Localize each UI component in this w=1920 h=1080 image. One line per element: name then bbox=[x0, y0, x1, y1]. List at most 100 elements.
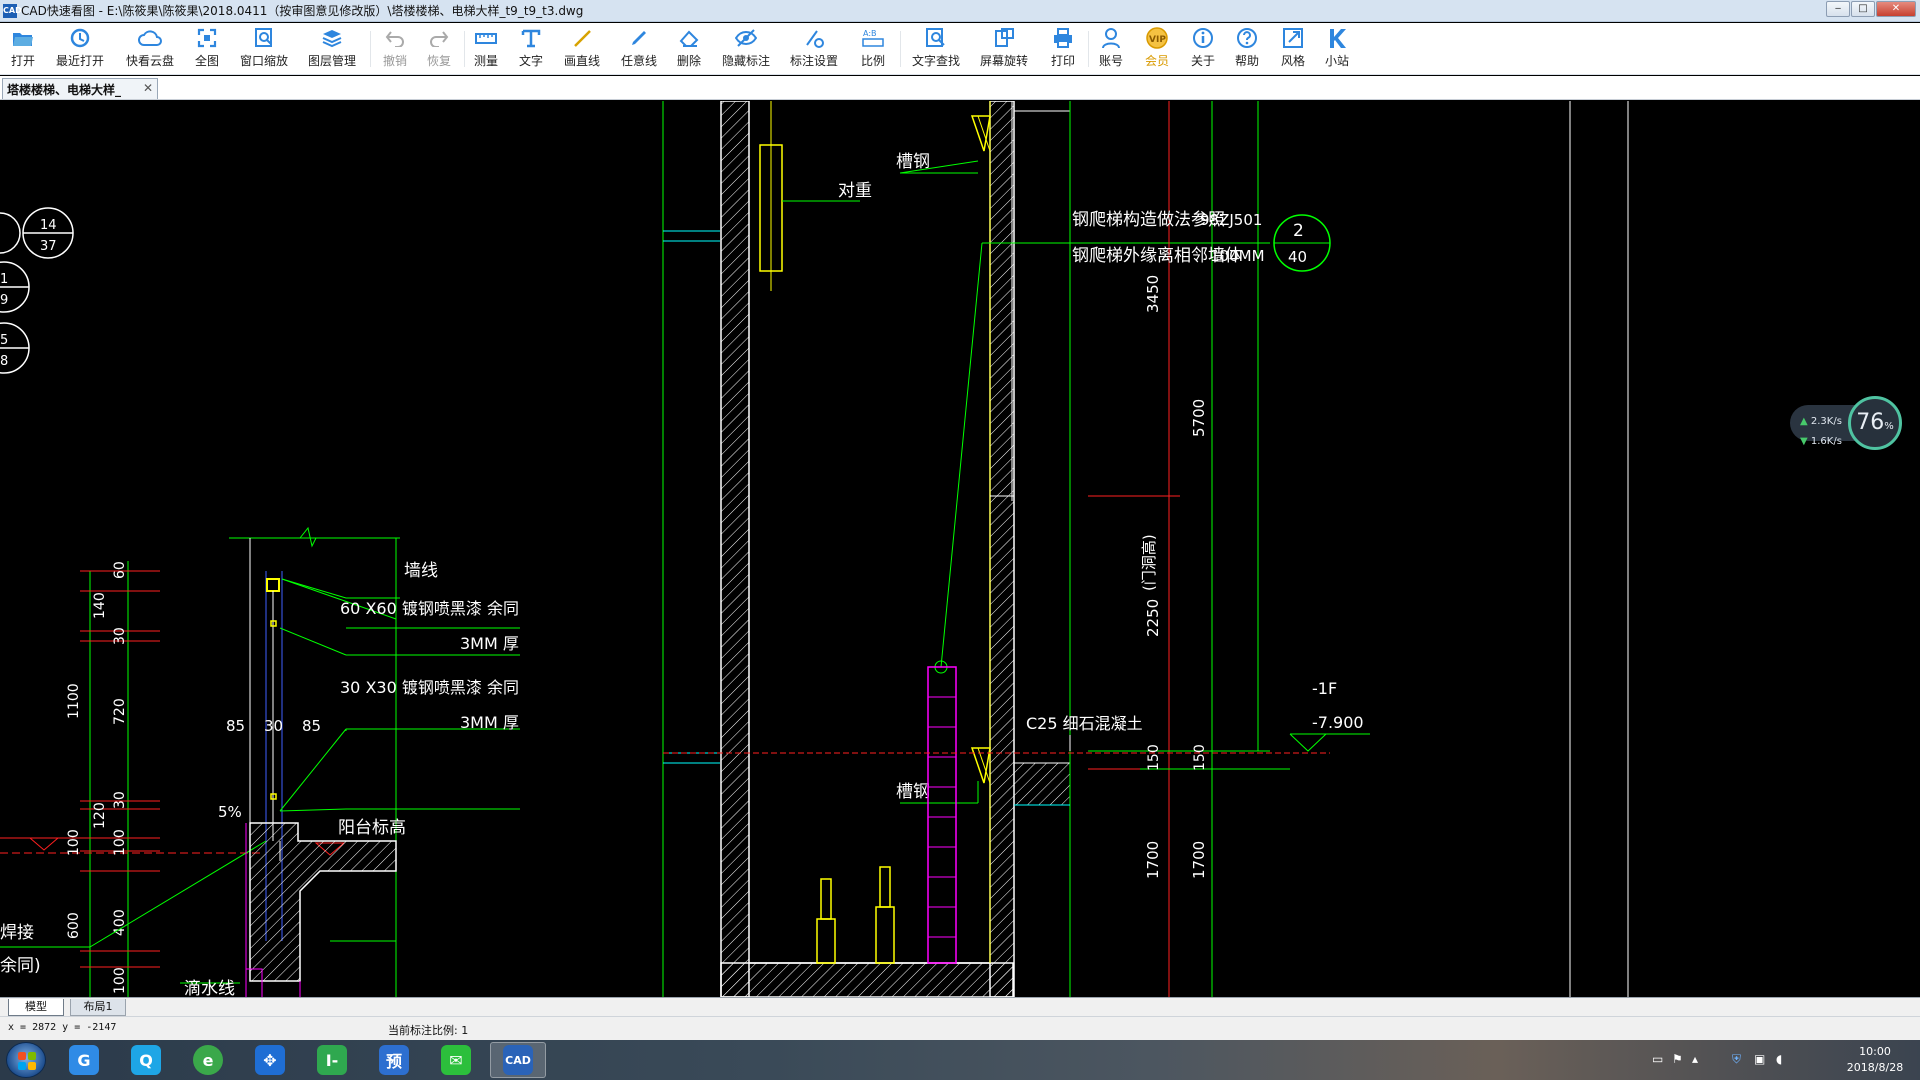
help-button[interactable]: 帮助 bbox=[1232, 26, 1262, 72]
system-tray: ▭ ⚑ ▴ ⛨ ▣ ◖ 10:00 2018/8/28 bbox=[1650, 1040, 1920, 1080]
taskbar-app-chrome[interactable]: G bbox=[56, 1042, 112, 1078]
freehand-button[interactable]: 任意线 bbox=[618, 26, 660, 72]
tray-shield-icon[interactable]: ⛨ bbox=[1732, 1052, 1741, 1067]
annotation-text: 5% bbox=[218, 803, 242, 821]
text-search-label: 文字查找 bbox=[911, 54, 960, 68]
print-label: 打印 bbox=[1050, 54, 1075, 68]
upload-speed-value: 2.3K/s bbox=[1810, 416, 1842, 427]
window-zoom-icon bbox=[252, 26, 276, 50]
dimension-label: 100 bbox=[66, 829, 82, 856]
taskbar-app-preview[interactable]: 预 bbox=[366, 1042, 422, 1078]
toolbar-separator bbox=[1088, 31, 1089, 67]
tray-monitor-icon[interactable]: ▣ bbox=[1754, 1052, 1765, 1066]
memory-usage-gauge[interactable]: 76% bbox=[1848, 396, 1902, 450]
memory-usage-unit: % bbox=[1884, 421, 1894, 432]
redo-icon bbox=[427, 26, 451, 50]
text-search-button[interactable]: 文字查找 bbox=[908, 26, 964, 72]
annotation-text: 3MM 厚 bbox=[460, 713, 519, 732]
tray-network-icon[interactable]: ▭ bbox=[1652, 1052, 1663, 1066]
taskbar-app-teamviewer[interactable]: ✥ bbox=[242, 1042, 298, 1078]
document-tab-strip: 塔楼楼梯、电梯大样_ ✕ bbox=[0, 76, 1920, 100]
measure-label: 测量 bbox=[473, 54, 498, 68]
redo-button[interactable]: 恢复 bbox=[424, 26, 454, 72]
measure-icon bbox=[474, 26, 498, 50]
delete-button[interactable]: 删除 bbox=[674, 26, 704, 72]
taskbar-app-360-browser[interactable]: e bbox=[180, 1042, 236, 1078]
scale-button[interactable]: A:B 比例 bbox=[858, 26, 888, 72]
browser-360-icon: e bbox=[193, 1045, 223, 1075]
dimension-label: 85 bbox=[226, 717, 245, 735]
undo-icon bbox=[383, 26, 407, 50]
tray-clock[interactable]: 10:00 2018/8/28 bbox=[1840, 1044, 1910, 1076]
dimension-label: 1700 bbox=[1144, 841, 1162, 879]
window-zoom-button[interactable]: 窗口缩放 bbox=[236, 26, 292, 72]
annotation-text: -7.900 bbox=[1312, 713, 1364, 732]
hide-annotation-label: 隐藏标注 bbox=[721, 54, 770, 68]
rotate-screen-icon bbox=[992, 26, 1016, 50]
vip-button[interactable]: VIP 会员 bbox=[1142, 26, 1172, 72]
tray-expand-icon[interactable]: ▴ bbox=[1692, 1052, 1698, 1066]
railing-detail: 60 140 30 720 30 120 100 100 400 100 110… bbox=[0, 526, 520, 997]
close-button[interactable]: ✕ bbox=[1876, 1, 1916, 17]
tab-model[interactable]: 模型 bbox=[8, 999, 64, 1016]
start-button[interactable] bbox=[6, 1042, 46, 1078]
svg-text:A:B: A:B bbox=[863, 29, 877, 38]
callout-number-top: 1 bbox=[0, 272, 8, 287]
station-button[interactable]: 小站 bbox=[1322, 26, 1352, 72]
annotation-scale-status: 当前标注比例: 1 bbox=[388, 1024, 469, 1037]
dimension-label: 2250 bbox=[1144, 599, 1162, 637]
wechat-icon: ✉ bbox=[441, 1045, 471, 1075]
clock-date: 2018/8/28 bbox=[1846, 1061, 1904, 1074]
annotation-settings-button[interactable]: 标注设置 bbox=[786, 26, 842, 72]
recent-open-button[interactable]: 最近打开 bbox=[52, 26, 108, 72]
dimension-label: 100 bbox=[112, 967, 128, 994]
taskbar-app-green[interactable]: I- bbox=[304, 1042, 360, 1078]
text-button[interactable]: 文字 bbox=[516, 26, 546, 72]
qq-browser-icon: Q bbox=[131, 1045, 161, 1075]
draw-line-button[interactable]: 画直线 bbox=[561, 26, 603, 72]
network-speed-widget[interactable]: ▲ 2.3K/s ▼ 1.6K/s 76% bbox=[1790, 396, 1904, 450]
about-button[interactable]: 关于 bbox=[1188, 26, 1218, 72]
account-button[interactable]: 账号 bbox=[1096, 26, 1126, 72]
open-button[interactable]: 打开 bbox=[8, 26, 38, 72]
dimension-label: 1100 bbox=[66, 683, 82, 719]
tray-flag-icon[interactable]: ⚑ bbox=[1672, 1052, 1683, 1066]
about-label: 关于 bbox=[1190, 54, 1215, 68]
fullview-button[interactable]: 全图 bbox=[192, 26, 222, 72]
dimension-label: 30 bbox=[112, 627, 128, 645]
tab-close-icon[interactable]: ✕ bbox=[143, 81, 153, 95]
taskbar-app-qq-browser[interactable]: Q bbox=[118, 1042, 174, 1078]
maximize-button[interactable]: □ bbox=[1851, 1, 1875, 17]
title-bar: CAD CAD快速看图 - E:\陈筱果\陈筱果\2018.0411（按审图意见… bbox=[0, 0, 1920, 22]
vip-icon: VIP bbox=[1145, 26, 1169, 50]
elevator-shaft-section: 对重 槽钢 槽钢 bbox=[662, 101, 1330, 997]
measure-button[interactable]: 测量 bbox=[471, 26, 501, 72]
taskbar-app-wechat[interactable]: ✉ bbox=[428, 1042, 484, 1078]
hide-annotation-button[interactable]: 隐藏标注 bbox=[718, 26, 774, 72]
tab-layout1[interactable]: 布局1 bbox=[70, 999, 126, 1016]
annotation-text: 槽钢 bbox=[896, 782, 930, 802]
memory-usage-value: 76 bbox=[1856, 410, 1885, 435]
document-tab[interactable]: 塔楼楼梯、电梯大样_ ✕ bbox=[2, 78, 158, 99]
dimension-label: 1700 bbox=[1190, 841, 1208, 879]
style-button[interactable]: 风格 bbox=[1278, 26, 1308, 72]
tray-volume-icon[interactable]: ◖ bbox=[1776, 1052, 1782, 1066]
taskbar-app-cad-viewer[interactable]: CAD bbox=[490, 1042, 546, 1078]
undo-button[interactable]: 撤销 bbox=[380, 26, 410, 72]
account-label: 账号 bbox=[1098, 54, 1123, 68]
folder-open-icon bbox=[11, 26, 35, 50]
toolbar-separator bbox=[464, 31, 465, 67]
dimension-label: 3450 bbox=[1144, 275, 1162, 313]
callout-number-bottom: 37 bbox=[40, 239, 57, 254]
print-button[interactable]: 打印 bbox=[1048, 26, 1078, 72]
drawing-canvas[interactable]: 14 37 1 9 5 8 60 140 30 720 30 120 100 1… bbox=[0, 101, 1920, 997]
svg-text:VIP: VIP bbox=[1149, 35, 1166, 45]
minimize-button[interactable]: ‒ bbox=[1826, 1, 1850, 17]
cloud-disk-button[interactable]: 快看云盘 bbox=[122, 26, 178, 72]
rotate-screen-button[interactable]: 屏幕旋转 bbox=[976, 26, 1032, 72]
station-label: 小站 bbox=[1324, 54, 1349, 68]
windows-flag-icon bbox=[18, 1052, 36, 1070]
layer-manage-button[interactable]: 图层管理 bbox=[304, 26, 360, 72]
annotation-text: 滴水线 bbox=[184, 979, 235, 997]
chrome-icon: G bbox=[69, 1045, 99, 1075]
